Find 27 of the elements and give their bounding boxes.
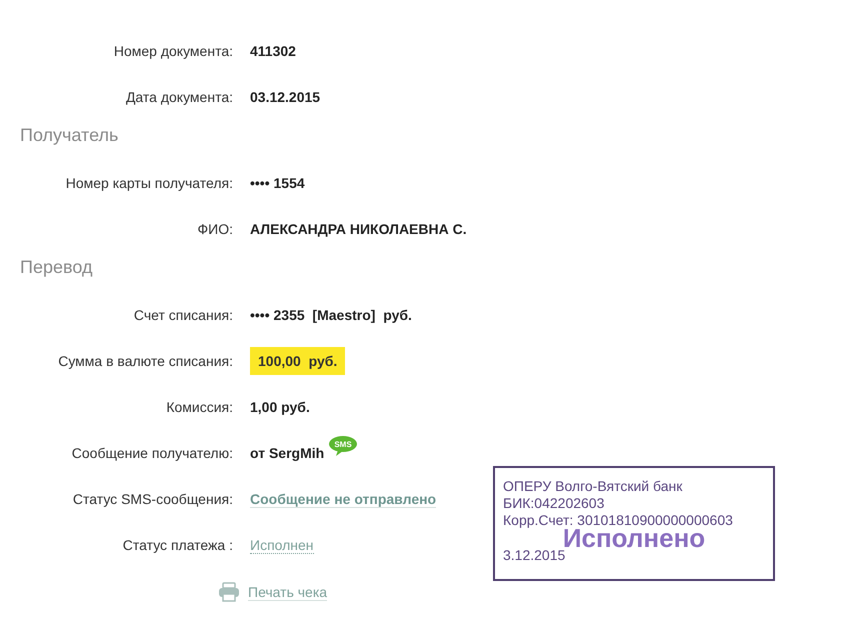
stamp-text: ОПЕРУ Волго-Вятский банк <box>503 478 684 495</box>
field-label: Комиссия: <box>165 399 234 415</box>
field-label: Сообщение получателю: <box>70 445 234 461</box>
field-value: 1,00 руб. <box>250 399 310 415</box>
print-receipt-link[interactable]: Печать чека <box>248 584 328 600</box>
field-label: Статус платежа : <box>122 537 234 553</box>
field-label: ФИО: <box>196 221 234 237</box>
field-label: Номер карты получателя: <box>64 175 234 191</box>
field-value: 411302 <box>250 43 296 59</box>
amount-highlight: 100,00 руб. <box>250 347 346 375</box>
field-value: АЛЕКСАНДРА НИКОЛАЕВНА С. <box>250 221 467 237</box>
printer-icon[interactable] <box>218 582 240 602</box>
field-value: 03.12.2015 <box>250 89 320 105</box>
field-value: •••• 2355 [Maestro] руб. <box>250 307 412 323</box>
stamp-date: 3.12.2015 <box>503 547 566 564</box>
field-label: Номер документа: <box>112 43 234 59</box>
field-label: Статус SMS-сообщения: <box>72 491 234 507</box>
status-link[interactable]: Исполнен <box>250 536 314 554</box>
section-heading: Получатель <box>19 124 120 147</box>
field-label: Счет списания: <box>132 307 234 323</box>
field-label: Сумма в валюте списания: <box>57 353 234 369</box>
section-heading: Перевод <box>19 256 94 279</box>
field-value: от SergMih <box>250 445 324 461</box>
field-value: Сообщение не отправлено <box>250 490 436 508</box>
stamp-text: БИК:042202603 <box>503 495 606 512</box>
field-label: Дата документа: <box>124 89 234 105</box>
field-value: •••• 1554 <box>250 175 305 191</box>
